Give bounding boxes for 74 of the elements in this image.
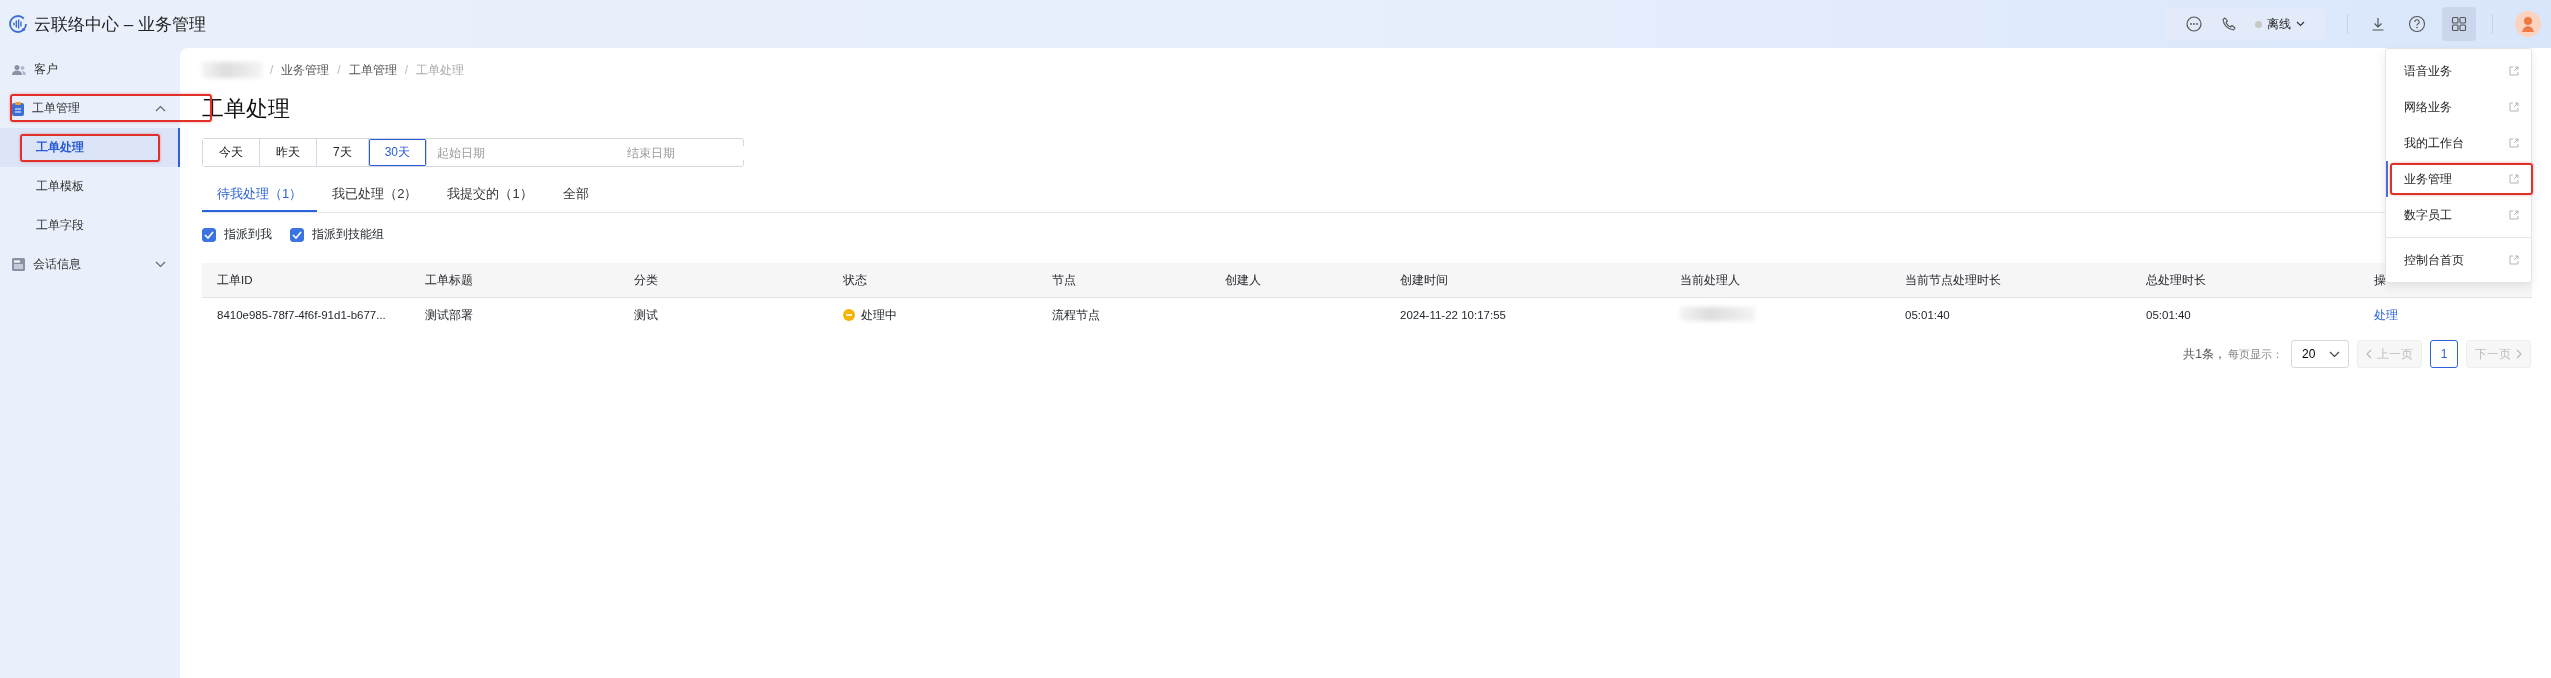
breadcrumb-item[interactable]: 业务管理: [281, 61, 330, 79]
column-header: 状态: [842, 272, 868, 288]
column-header: 节点: [1051, 272, 1077, 288]
tab[interactable]: 我提交的（1）: [432, 177, 548, 212]
sidebar-subitem[interactable]: 工单处理: [0, 128, 180, 167]
table-cell-text: 流程节点: [1051, 307, 1101, 323]
menu-item[interactable]: 语音业务: [2386, 53, 2531, 89]
menu-item[interactable]: 控制台首页: [2386, 242, 2531, 278]
table-cell-text: 05:01:40: [2145, 309, 2192, 321]
page-number-button[interactable]: 1: [2430, 340, 2458, 368]
external-link-icon: [2509, 138, 2519, 148]
total-count: 共1条，: [2183, 345, 2226, 363]
menu-item[interactable]: 网络业务: [2386, 89, 2531, 125]
date-preset-button[interactable]: 30天: [368, 139, 428, 166]
table-cell-text: 8410e985-78f7-4f6f-91d1-b677...: [216, 309, 387, 321]
menu-item[interactable]: 我的工作台: [2386, 125, 2531, 161]
column-header: 当前处理人: [1679, 272, 1741, 288]
column-header: 当前节点处理时长: [1904, 272, 2002, 288]
app-title: 云联络中心 – 业务管理: [34, 13, 206, 36]
table-cell-text: 2024-11-22 10:17:55: [1399, 309, 1507, 321]
external-link-icon: [2509, 210, 2519, 220]
table-cell-text: 测试部署: [424, 307, 474, 323]
help-icon[interactable]: [2408, 15, 2426, 33]
logo-icon: [8, 14, 28, 34]
column-header: 创建时间: [1399, 272, 1449, 288]
external-link-icon: [2509, 174, 2519, 184]
external-link-icon: [2509, 102, 2519, 112]
tab[interactable]: 我已处理（2）: [317, 177, 433, 212]
breadcrumb-item[interactable]: 工单管理: [348, 61, 397, 79]
process-link[interactable]: 处理: [2374, 308, 2398, 321]
people-icon: [12, 63, 26, 76]
breadcrumb-item: 工单处理: [416, 61, 465, 79]
apps-button[interactable]: [2442, 7, 2476, 41]
page-size-select[interactable]: 20: [2291, 340, 2349, 368]
tab[interactable]: 待我处理（1）: [202, 177, 318, 212]
sidebar-item[interactable]: 会话信息: [0, 245, 180, 284]
chat-record-icon: [12, 258, 25, 271]
tab[interactable]: 全部: [547, 177, 604, 212]
in-progress-icon: [843, 309, 855, 321]
chat-icon[interactable]: [2185, 15, 2203, 33]
chevron-icon: [2329, 350, 2340, 358]
grid-icon: [2451, 16, 2467, 32]
sidebar-item[interactable]: 客户: [0, 50, 180, 89]
column-header: 分类: [633, 272, 659, 288]
column-header: 工单ID: [216, 272, 254, 288]
external-link-icon: [2509, 255, 2519, 265]
breadcrumb-separator: /: [337, 63, 341, 77]
phone-icon[interactable]: [2221, 16, 2237, 32]
status-text: 处理中: [861, 307, 897, 323]
checkbox[interactable]: [202, 227, 216, 242]
date-preset-button[interactable]: 今天: [203, 139, 260, 166]
menu-item[interactable]: 业务管理: [2386, 161, 2531, 197]
breadcrumb-separator: /: [270, 63, 274, 77]
sidebar-subitem[interactable]: 工单模板: [0, 167, 180, 206]
table-cell-text: 测试: [633, 307, 659, 323]
download-icon[interactable]: [2370, 16, 2386, 32]
sidebar-item[interactable]: 工单管理: [0, 89, 180, 128]
column-header: 工单标题: [424, 272, 474, 288]
status-dropdown[interactable]: 离线: [2255, 15, 2305, 33]
menu-item[interactable]: 数字员工: [2386, 197, 2531, 233]
table-cell-text: 05:01:40: [1904, 309, 1951, 321]
checkbox[interactable]: [290, 227, 304, 242]
checkbox-label: 指派到我: [224, 226, 272, 243]
page-size-label: 每页显示：: [2228, 346, 2283, 362]
column-header: 创建人: [1224, 272, 1262, 288]
sidebar-subitem[interactable]: 工单字段: [0, 206, 180, 245]
external-link-icon: [2509, 66, 2519, 76]
breadcrumb-separator: /: [404, 63, 409, 77]
checkbox-label: 指派到技能组: [312, 226, 384, 243]
redacted-block: [202, 62, 262, 78]
clipboard-icon: [12, 101, 24, 116]
column-header: 操: [2373, 272, 2387, 288]
column-header: 总处理时长: [2145, 272, 2207, 288]
chevron-icon: [2296, 21, 2305, 27]
